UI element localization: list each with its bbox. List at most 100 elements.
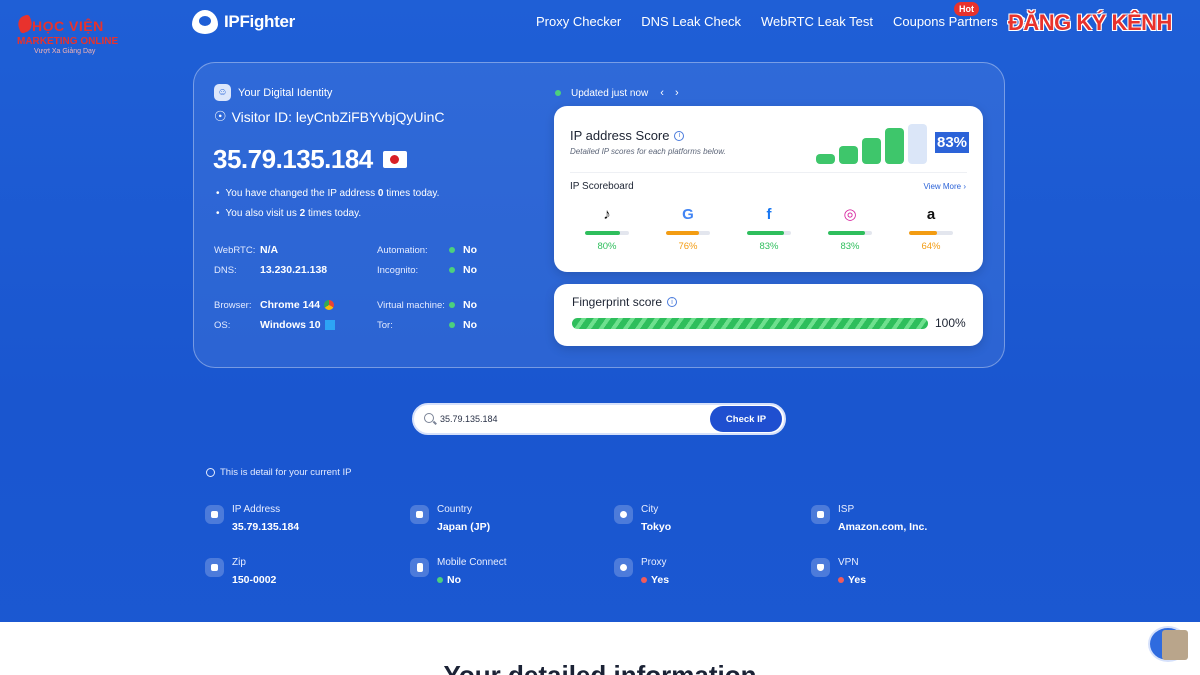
automation-row: Automation: No [377, 244, 477, 256]
info-label: IP Address [232, 504, 281, 515]
info-value: Yes [848, 574, 867, 586]
fingerprint-progress [572, 318, 928, 329]
info-value: 35.79.135.184 [232, 521, 300, 533]
nav-proxy-checker[interactable]: Proxy Checker [536, 14, 621, 29]
platform-score-fill [828, 231, 865, 235]
tor-label: Tor: [377, 319, 393, 331]
scoreboard-label: IP Scoreboard [570, 181, 634, 192]
platform-score-value: 83% [840, 241, 860, 252]
os-value-wrap: Windows 10 [260, 319, 335, 331]
status-dot-icon [449, 302, 455, 308]
ipfighter-logo-icon [192, 10, 218, 34]
flag-icon [410, 505, 429, 524]
info-icon[interactable]: i [667, 297, 678, 307]
platform-score-bar [828, 231, 872, 235]
info-label: Country [437, 504, 473, 515]
fingerprint-header: Fingerprint score i [572, 295, 678, 309]
fingerprint-card: Fingerprint score i 100% [554, 284, 983, 346]
info-label: Zip [232, 557, 246, 568]
browser-label: Browser: [214, 299, 252, 311]
info-mobile: Mobile Connect No [410, 557, 506, 586]
main-nav: Proxy Checker DNS Leak Check WebRTC Leak… [536, 14, 1044, 29]
info-proxy: Proxy Yes [614, 557, 669, 586]
watermark-logo: HỌC VIỆN MARKETING ONLINE Vượt Xa Giảng … [14, 12, 124, 58]
current-ip: 35.79.135.184 [213, 144, 407, 175]
mobile-icon [410, 558, 429, 577]
status-dot-icon [437, 577, 443, 583]
platform-score-fill [585, 231, 621, 235]
vm-label: Virtual machine: [377, 299, 445, 311]
check-ip-button[interactable]: Check IP [710, 406, 782, 432]
watermark-line1: HỌC VIỆN [32, 18, 104, 34]
platform-score-value: 80% [597, 241, 617, 252]
status-dot-icon [449, 267, 455, 273]
chat-widget-icon[interactable] [1148, 626, 1188, 662]
watermark-line3: Vượt Xa Giảng Dạy [34, 48, 96, 55]
info-label: ISP [838, 504, 855, 515]
updated-label: Updated just now [571, 87, 649, 99]
platform-score-bar [747, 231, 791, 235]
lower-section: Your detailed information [0, 622, 1200, 675]
visitor-id: ☉ Visitor ID: leyCnbZiFBYvbjQyUinC [214, 108, 444, 125]
browser-row: Browser: Chrome 144 [214, 299, 335, 311]
info-isp: ISP Amazon.com, Inc. [811, 504, 927, 533]
platform-score-bar [666, 231, 710, 235]
nav-coupons-partners[interactable]: Coupons Partners [893, 14, 998, 29]
info-value: Amazon.com, Inc. [838, 521, 928, 533]
zip-icon [205, 558, 224, 577]
site-name: IPFighter [224, 12, 295, 31]
shield-icon [811, 558, 830, 577]
os-value: Windows 10 [260, 319, 321, 331]
vm-row: Virtual machine: No [377, 299, 477, 311]
status-dot-icon [449, 247, 455, 253]
site-logo[interactable]: IPFighter [192, 10, 295, 34]
info-vpn: VPN Yes [811, 557, 866, 586]
identity-header: ☺ Your Digital Identity [214, 84, 332, 101]
flag-icon [205, 505, 224, 524]
clock-icon [206, 468, 215, 477]
ip-score-percent: 83% [935, 132, 970, 153]
platform-score-bar [585, 231, 629, 235]
platform-score: f 83% [747, 204, 791, 252]
ip-score-subtitle: Detailed IP scores for each platforms be… [570, 147, 726, 156]
divider [570, 172, 967, 173]
nav-dns-leak-check[interactable]: DNS Leak Check [641, 14, 741, 29]
info-country: Country Japan (JP) [410, 504, 490, 533]
view-more-link[interactable]: View More › [923, 182, 966, 191]
info-label: Proxy [641, 557, 667, 568]
subscribe-overlay: ĐĂNG KÝ KÊNH [1008, 10, 1172, 35]
os-row: OS: Windows 10 [214, 319, 335, 331]
score-bar [885, 128, 904, 164]
tor-row: Tor: No [377, 319, 477, 331]
browser-value: Chrome 144 [260, 299, 321, 311]
info-icon[interactable]: i [674, 130, 685, 141]
dns-label: DNS: [214, 264, 237, 276]
platform-score-value: 83% [759, 241, 779, 252]
carousel-arrows[interactable]: ‹ › [660, 87, 682, 99]
tor-value: No [463, 319, 477, 331]
automation-label: Automation: [377, 244, 428, 256]
score-bar [908, 124, 927, 164]
nav-webrtc-leak-test[interactable]: WebRTC Leak Test [761, 14, 873, 29]
ip-search-input[interactable] [440, 410, 690, 428]
facebook-icon: f [766, 205, 772, 223]
browser-value-wrap: Chrome 144 [260, 299, 335, 311]
fingerprint-icon: ☉ [214, 108, 227, 124]
platform-score: G 76% [666, 204, 710, 252]
platform-score-fill [909, 231, 938, 235]
ip-score-header: IP address Score i [570, 128, 685, 143]
platform-score-value: 76% [678, 241, 698, 252]
webrtc-label: WebRTC: [214, 244, 256, 256]
info-value: Yes [651, 574, 670, 586]
instagram-icon: ◎ [843, 206, 857, 223]
ip-score-card: IP address Score i Detailed IP scores fo… [554, 106, 983, 272]
platform-score-bar [909, 231, 953, 235]
google-icon: G [682, 205, 694, 223]
visit-stats: You have changed the IP address 0 times … [216, 184, 440, 224]
platform-score: ♪ 80% [585, 204, 629, 252]
identity-icon: ☺ [214, 84, 231, 101]
identity-title: Your Digital Identity [238, 86, 333, 99]
info-value: 150-0002 [232, 574, 277, 586]
automation-value: No [463, 244, 477, 256]
ip-score-title: IP address Score [570, 128, 670, 143]
